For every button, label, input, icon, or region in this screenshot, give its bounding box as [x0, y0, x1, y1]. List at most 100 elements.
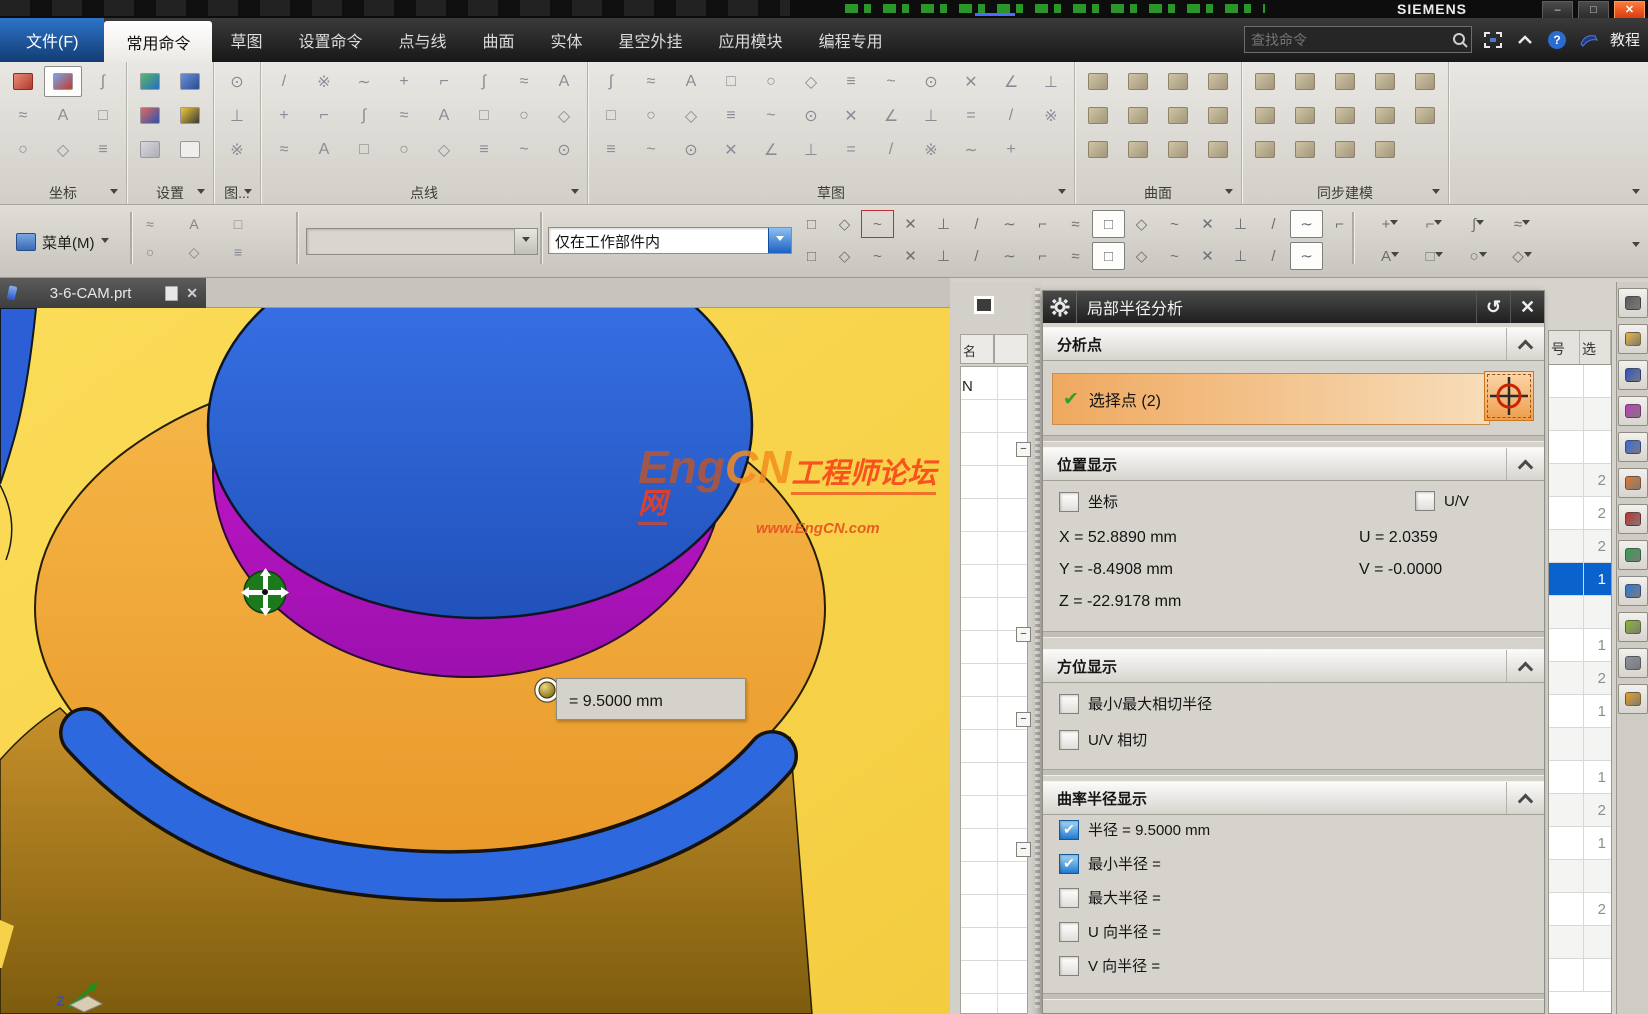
dialog-options-gear-icon[interactable] — [1043, 291, 1077, 323]
navigator-row[interactable]: 1 — [1549, 563, 1611, 596]
snap-toolbar-icon[interactable]: ◇ — [828, 242, 861, 270]
annotation-icon[interactable] — [1618, 504, 1648, 534]
history-icon[interactable] — [1618, 648, 1648, 678]
snap-toolbar-icon[interactable]: ✕ — [1191, 210, 1224, 238]
part-tab[interactable]: 3-6-CAM.prt ✕ — [0, 278, 206, 308]
ribbon-command-icon[interactable]: ≡ — [592, 134, 630, 165]
ribbon-command-icon[interactable]: ≡ — [84, 134, 122, 165]
uv-checkbox-row[interactable]: ✔ U/V — [1415, 491, 1469, 511]
ribbon-command-icon[interactable] — [4, 66, 42, 97]
ribbon-command-icon[interactable]: ◇ — [545, 100, 583, 131]
minimize-button[interactable]: – — [1542, 1, 1573, 19]
ribbon-command-icon[interactable]: ○ — [4, 134, 42, 165]
ribbon-command-icon[interactable]: + — [992, 134, 1030, 165]
navigator-row[interactable] — [1549, 728, 1611, 761]
toolbar-overflow-icon[interactable] — [1632, 242, 1640, 251]
ribbon-command-icon[interactable]: ⌐ — [305, 100, 343, 131]
navigator-col-header-1[interactable]: 号 — [1549, 331, 1580, 364]
ribbon-tab-1[interactable]: 常用命令 — [104, 21, 212, 62]
ribbon-tab-3[interactable]: 设置命令 — [280, 18, 380, 62]
ribbon-tab-2[interactable]: 草图 — [212, 18, 280, 62]
navigator-row[interactable] — [1549, 398, 1611, 431]
min-max-tangent-radius-row[interactable]: ✔ 最小/最大相切半径 — [1059, 693, 1212, 714]
ribbon-command-icon[interactable]: / — [992, 100, 1030, 131]
navigator-row[interactable]: 1 — [1549, 629, 1611, 662]
ribbon-command-icon[interactable] — [1286, 66, 1324, 97]
ribbon-command-icon[interactable]: ∠ — [752, 134, 790, 165]
ribbon-command-icon[interactable]: ○ — [752, 66, 790, 97]
ribbon-command-icon[interactable] — [171, 66, 209, 97]
ribbon-command-icon[interactable]: / — [265, 66, 303, 97]
ribbon-command-icon[interactable]: A — [672, 66, 710, 97]
navigator-row[interactable] — [1549, 365, 1611, 398]
tutorial-icon[interactable] — [1578, 29, 1600, 51]
ribbon-command-icon[interactable]: A — [545, 66, 583, 97]
ribbon-command-icon[interactable]: ~ — [752, 100, 790, 131]
ribbon-command-icon[interactable]: A — [44, 100, 82, 131]
ribbon-command-icon[interactable]: + — [385, 66, 423, 97]
collapse-node-icon[interactable]: − — [1016, 627, 1031, 642]
gear-icon[interactable] — [1618, 288, 1648, 318]
ribbon-command-icon[interactable]: ✕ — [832, 100, 870, 131]
operation-navigator-sliver[interactable]: 名 N − − − − — [950, 282, 1042, 1014]
ribbon-command-icon[interactable]: ◇ — [792, 66, 830, 97]
ribbon-command-icon[interactable] — [1246, 134, 1284, 165]
snap-toolbar-icon[interactable]: ∼ — [1290, 210, 1323, 238]
ribbon-command-icon[interactable] — [1079, 100, 1117, 131]
ribbon-command-icon[interactable]: ⊥ — [792, 134, 830, 165]
curvature-radius-checkbox[interactable]: ✔ — [1059, 820, 1079, 840]
ribbon-command-icon[interactable]: ∫ — [465, 66, 503, 97]
ribbon-command-icon[interactable] — [1119, 66, 1157, 97]
ribbon-command-icon[interactable] — [1199, 66, 1237, 97]
collapse-node-icon[interactable]: − — [1016, 442, 1031, 457]
ribbon-command-icon[interactable]: ○ — [385, 134, 423, 165]
snap-toolbar-icon[interactable]: □ — [795, 242, 828, 270]
ribbon-group-label[interactable]: 设置 — [131, 182, 209, 204]
ribbon-command-icon[interactable]: ∠ — [872, 100, 910, 131]
tutorial-label[interactable]: 教程 — [1610, 29, 1640, 50]
minimize-ribbon-icon[interactable] — [1514, 29, 1536, 51]
ribbon-command-icon[interactable] — [1246, 100, 1284, 131]
ribbon-command-icon[interactable]: ∫ — [84, 66, 122, 97]
ribbon-command-icon[interactable]: A — [305, 134, 343, 165]
ribbon-group-label[interactable] — [1453, 182, 1644, 204]
view-toolbar-icon[interactable]: ∫ — [1456, 210, 1500, 238]
ribbon-command-icon[interactable] — [1366, 66, 1404, 97]
ribbon-command-icon[interactable]: ∼ — [345, 66, 383, 97]
command-search[interactable] — [1244, 26, 1472, 53]
curvature-radius-row-1[interactable]: ✔最小半径 = — [1059, 853, 1161, 874]
close-button[interactable]: ✕ — [1614, 1, 1645, 19]
ribbon-command-icon[interactable] — [1326, 134, 1364, 165]
navigator-row[interactable] — [1549, 860, 1611, 893]
ribbon-command-icon[interactable]: □ — [84, 100, 122, 131]
selection-filter-combo[interactable] — [306, 228, 538, 255]
ribbon-command-icon[interactable]: ⊙ — [218, 66, 256, 97]
curvature-radius-row-4[interactable]: ✔V 向半径 = — [1059, 955, 1160, 976]
snap-toolbar-icon[interactable]: ✕ — [1191, 242, 1224, 270]
ribbon-tab-7[interactable]: 星空外挂 — [601, 18, 701, 62]
ribbon-command-icon[interactable] — [131, 66, 169, 97]
dialog-reset-icon[interactable]: ↺ — [1476, 291, 1510, 323]
selection-scope-dropdown-icon[interactable] — [768, 228, 791, 253]
ribbon-command-icon[interactable]: ≈ — [265, 134, 303, 165]
snap-toolbar-icon[interactable]: ◇ — [828, 210, 861, 238]
ribbon-command-icon[interactable] — [171, 134, 209, 165]
template-document-icon[interactable] — [1618, 612, 1648, 642]
curvature-radius-checkbox[interactable]: ✔ — [1059, 888, 1079, 908]
ribbon-command-icon[interactable]: ○ — [505, 100, 543, 131]
snap-toolbar-icon[interactable]: ~ — [1158, 242, 1191, 270]
ribbon-command-icon[interactable]: ◇ — [425, 134, 463, 165]
snap-toolbar-icon[interactable]: / — [960, 210, 993, 238]
ribbon-command-icon[interactable] — [1119, 100, 1157, 131]
snap-toolbar-icon[interactable]: ⊥ — [1224, 210, 1257, 238]
ribbon-tab-0[interactable]: 文件(F) — [0, 18, 104, 62]
section-orientation-display[interactable]: 方位显示 — [1043, 649, 1544, 683]
uv-checkbox[interactable]: ✔ — [1415, 491, 1435, 511]
new-tab-icon[interactable] — [165, 286, 178, 301]
collapse-node-icon[interactable]: − — [1016, 712, 1031, 727]
ribbon-tab-5[interactable]: 曲面 — [465, 18, 533, 62]
ribbon-command-icon[interactable]: ⊙ — [912, 66, 950, 97]
toolbar-icon[interactable]: ≡ — [226, 240, 250, 264]
ribbon-command-icon[interactable] — [1286, 134, 1324, 165]
curvature-radius-checkbox[interactable]: ✔ — [1059, 956, 1079, 976]
